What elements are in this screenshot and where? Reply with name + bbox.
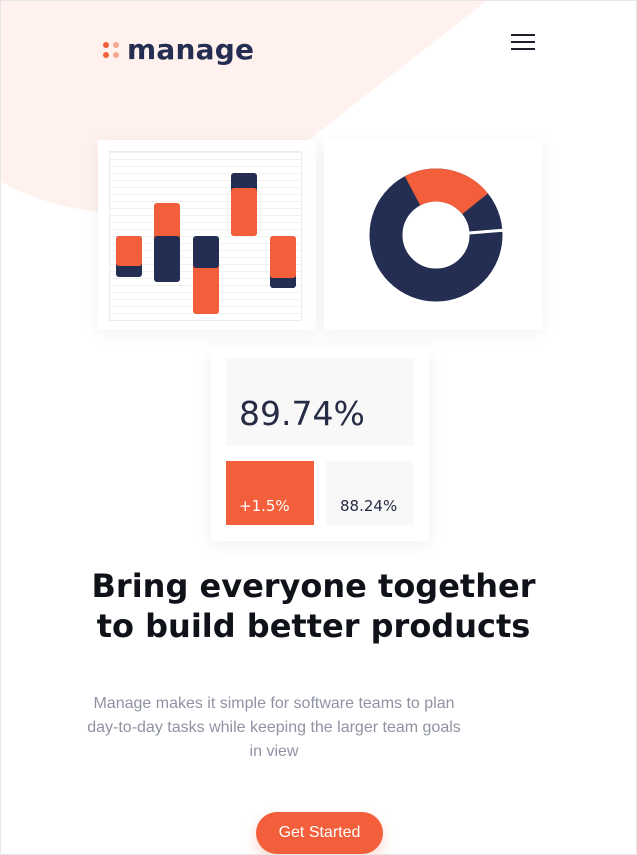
donut-chart-svg [369,168,507,302]
description-line: day-to-day tasks while keeping the large… [87,719,461,736]
logo-mark-icon [103,41,119,58]
bar-chart-illustration [109,151,302,321]
bar-orange [270,236,296,278]
bar-chart-card [98,140,316,330]
stats-card: 89.74% +1.5% 88.24% [211,347,429,541]
bar-navy [154,236,180,282]
logo-dot [103,51,109,58]
description-line: Manage makes it simple for software team… [93,695,455,712]
bar-orange [231,188,257,236]
headline-line: Bring everyone together [91,567,536,605]
bar-navy [193,236,219,268]
description-line: in view [249,743,299,760]
get-started-button[interactable]: Get Started [256,812,383,854]
hamburger-menu-icon[interactable] [511,33,537,53]
page-frame: manage 89.74% +1.5% 88.24% Bring everyon… [0,0,637,855]
logo-dot [113,41,119,48]
menu-line [511,48,535,50]
bar-orange [116,236,142,266]
logo-dot [113,51,119,58]
bar-chart-svg [116,173,296,314]
headline-line: to build better products [96,607,531,645]
secondary-stat-tile: 88.24% [326,461,414,525]
logo-dot [103,41,109,48]
menu-line [511,41,535,43]
main-stat-tile: 89.74% [226,358,414,446]
secondary-stat-value: 88.24% [340,497,398,515]
menu-line [511,34,535,36]
logo-text: manage [127,33,255,66]
logo[interactable]: manage [103,33,254,66]
hero-description: Manage makes it simple for software team… [79,692,469,764]
change-stat-value: +1.5% [239,497,290,515]
hero-headline: Bring everyone together to build better … [61,566,566,646]
main-stat-value: 89.74% [239,394,365,433]
change-stat-tile: +1.5% [226,461,314,525]
donut-chart-card [324,140,542,330]
